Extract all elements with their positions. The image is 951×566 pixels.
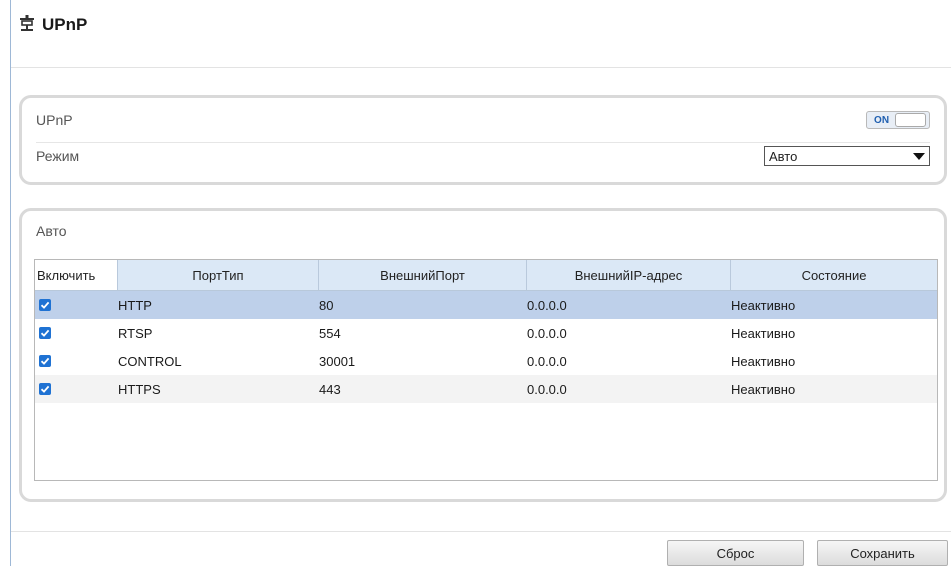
cell-port-type: HTTPS [118,381,161,397]
port-mapping-table: Включить ПортТип ВнешнийПорт ВнешнийIP-а… [34,259,938,481]
column-header-status[interactable]: Состояние [731,260,937,290]
cell-external-port: 443 [319,381,341,397]
mode-select-value: Авто [769,148,798,164]
auto-panel-label: Авто [36,223,67,239]
table-row[interactable]: RTSP 554 0.0.0.0 Неактивно [35,319,937,347]
row-enable-checkbox[interactable] [39,327,51,339]
cell-external-ip: 0.0.0.0 [527,325,567,341]
row-enable-checkbox[interactable] [39,383,51,395]
row-enable-checkbox[interactable] [39,299,51,311]
cell-external-ip: 0.0.0.0 [527,353,567,369]
table-row[interactable]: CONTROL 30001 0.0.0.0 Неактивно [35,347,937,375]
save-button[interactable]: Сохранить [817,540,948,566]
cell-status: Неактивно [731,353,796,369]
cell-status: Неактивно [731,297,796,313]
cell-external-port: 80 [319,297,334,313]
cell-external-port: 30001 [319,353,356,369]
header-divider [11,67,951,68]
toggle-state-text: ON [874,114,890,126]
table-row[interactable]: HTTP 80 0.0.0.0 Неактивно [35,291,937,319]
cell-external-ip: 0.0.0.0 [527,381,567,397]
cell-external-ip: 0.0.0.0 [527,297,567,313]
upnp-toggle[interactable]: ON [866,111,930,129]
toggle-knob [895,113,926,127]
cell-port-type: CONTROL [118,353,182,369]
cell-external-port: 554 [319,325,341,341]
column-header-external-ip[interactable]: ВнешнийIP-адрес [527,260,731,290]
network-plug-icon [18,14,36,35]
column-header-enable[interactable]: Включить [35,260,118,290]
cell-port-type: HTTP [118,297,152,313]
reset-button[interactable]: Сброс [667,540,804,566]
mode-label: Режим [36,148,80,164]
cell-status: Неактивно [731,381,796,397]
column-header-external-port[interactable]: ВнешнийПорт [319,260,527,290]
left-frame-border [0,0,11,566]
table-row[interactable]: HTTPS 443 0.0.0.0 Неактивно [35,375,937,403]
upnp-label: UPnP [36,112,73,128]
page-title: UPnP [42,14,88,34]
auto-ports-panel: Авто Включить ПортТип ВнешнийПорт Внешни… [19,208,947,502]
cell-port-type: RTSP [118,325,153,341]
mode-select[interactable]: Авто [764,146,930,166]
cell-status: Неактивно [731,325,796,341]
column-header-port-type[interactable]: ПортТип [118,260,319,290]
footer-divider [11,531,951,532]
row-enable-checkbox[interactable] [39,355,51,367]
upnp-settings-panel: UPnP ON Режим Авто [19,95,947,185]
upnp-row: UPnP ON [36,108,930,143]
table-header: Включить ПортТип ВнешнийПорт ВнешнийIP-а… [35,260,937,291]
mode-row: Режим Авто [36,144,930,168]
page-header: UPnP [18,14,87,35]
chevron-down-icon [913,152,925,160]
